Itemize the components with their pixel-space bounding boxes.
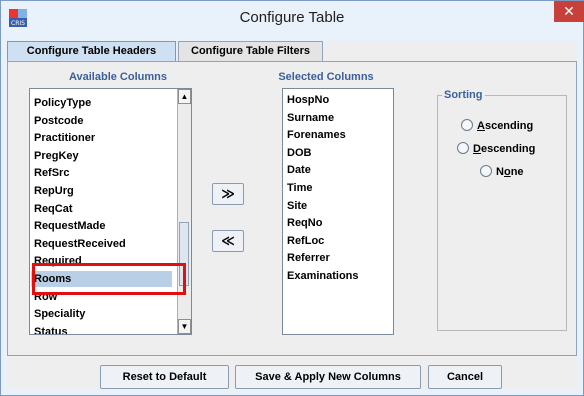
list-item[interactable]: Postcode [34, 113, 84, 129]
selected-columns-list[interactable]: HospNo Surname Forenames DOB Date Time Site Req… [282, 88, 394, 335]
available-list-scrollbar[interactable]: ▲ ▼ [177, 89, 191, 334]
double-chevron-left-icon: ≪ [221, 233, 235, 248]
list-item[interactable]: RefLoc [287, 233, 324, 249]
scroll-up-button[interactable]: ▲ [178, 89, 191, 104]
sorting-title: Sorting [442, 89, 485, 101]
close-icon: ✕ [563, 3, 575, 19]
title-bar[interactable]: CRIS Configure Table ✕ [1, 1, 584, 34]
tab-panel-headers: Available Columns Selected Columns Polic… [7, 61, 577, 356]
list-item[interactable]: RequestReceived [34, 236, 126, 252]
list-item[interactable]: Referrer [287, 250, 330, 266]
sort-descending-radio[interactable]: Descending [457, 142, 535, 156]
radio-circle [461, 119, 473, 131]
window-title: Configure Table [239, 9, 345, 26]
list-item[interactable]: Surname [287, 110, 334, 126]
list-item[interactable]: DOB [287, 145, 311, 161]
radio-circle [457, 142, 469, 154]
sort-ascending-radio[interactable]: Ascending [461, 119, 533, 133]
list-item[interactable]: Site [287, 198, 307, 214]
reset-to-default-button[interactable]: Reset to Default [100, 365, 229, 389]
list-item[interactable]: PolicyType [34, 95, 91, 111]
list-item[interactable]: HospNo [287, 92, 329, 108]
available-columns-label: Available Columns [68, 71, 167, 83]
triangle-down-icon: ▼ [180, 322, 189, 331]
configure-table-window: CRIS Configure Table ✕ Configure Table H… [0, 0, 584, 396]
list-item[interactable]: RefSrc [34, 165, 69, 181]
list-item[interactable]: Speciality [34, 306, 85, 322]
add-column-button[interactable]: ≫ [212, 183, 244, 205]
cancel-button[interactable]: Cancel [428, 365, 502, 389]
tab-configure-table-headers[interactable]: Configure Table Headers [7, 41, 176, 62]
list-item[interactable]: ReqCat [34, 201, 73, 217]
list-item[interactable]: Practitioner [34, 130, 95, 146]
available-columns-list[interactable]: PolicyType Postcode Practitioner PregKey Ref… [29, 88, 192, 335]
list-item[interactable]: ReqNo [287, 215, 322, 231]
list-item[interactable]: RequestMade [34, 218, 106, 234]
save-apply-columns-button[interactable]: Save & Apply New Columns [235, 365, 421, 389]
selected-columns-label: Selected Columns [278, 71, 374, 83]
list-item[interactable]: Examinations [287, 268, 359, 284]
remove-column-button[interactable]: ≪ [212, 230, 244, 252]
radio-circle [480, 165, 492, 177]
list-item[interactable]: Status [34, 324, 68, 334]
list-item[interactable]: Date [287, 162, 311, 178]
list-item[interactable]: Forenames [287, 127, 346, 143]
dialog-content: Configure Table Headers Configure Table … [7, 41, 577, 389]
list-item[interactable]: RepUrg [34, 183, 74, 199]
selection-highlight-box [32, 263, 186, 295]
triangle-up-icon: ▲ [180, 92, 189, 101]
sort-none-radio[interactable]: None [480, 165, 524, 179]
double-chevron-right-icon: ≫ [221, 186, 235, 201]
tab-configure-table-filters[interactable]: Configure Table Filters [178, 41, 323, 61]
scroll-down-button[interactable]: ▼ [178, 319, 191, 334]
list-item[interactable]: Time [287, 180, 312, 196]
list-item[interactable]: PregKey [34, 148, 79, 164]
close-button[interactable]: ✕ [554, 1, 584, 22]
